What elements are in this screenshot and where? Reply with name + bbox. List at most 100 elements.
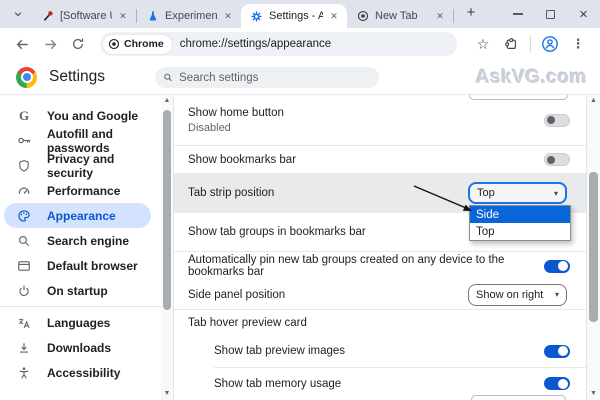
accessibility-icon (16, 365, 32, 381)
scroll-down-icon[interactable]: ▼ (587, 388, 600, 400)
settings-gear-icon (250, 10, 263, 23)
window-controls: ✕ (501, 0, 600, 28)
reload-button[interactable] (66, 32, 90, 56)
row-auto-pin-tab-groups: Automatically pin new tab groups created… (174, 252, 586, 280)
setting-label: Show bookmarks bar (188, 153, 297, 166)
minimize-button[interactable] (501, 0, 534, 28)
scrollbar-thumb[interactable] (589, 172, 598, 322)
setting-label: Side panel position (188, 288, 286, 301)
tab-strip-position-select[interactable]: Top ▾ (468, 182, 567, 204)
sidebar-item-label: Downloads (47, 340, 112, 355)
select-value: Top (477, 187, 495, 199)
row-tab-hover-preview: Tab hover preview card (174, 310, 586, 335)
profile-button[interactable] (538, 32, 562, 56)
url-text[interactable]: chrome://settings/appearance (180, 38, 332, 50)
key-icon (16, 133, 32, 149)
show-tab-memory-usage-toggle[interactable] (544, 377, 570, 390)
tab-new-tab[interactable]: New Tab ✕ (347, 4, 453, 28)
kebab-icon: ⋮ (571, 36, 585, 51)
scroll-up-icon[interactable]: ▲ (161, 95, 173, 107)
tab-close-icon[interactable]: ✕ (221, 9, 235, 23)
content-scrollbar[interactable]: ▲ ▼ (587, 95, 600, 400)
setting-label: Tab hover preview card (188, 316, 307, 329)
browser-toolbar: Chrome chrome://settings/appearance ☆ ⋮ (0, 28, 600, 60)
chrome-logo-icon (16, 66, 37, 88)
tab-settings-active[interactable]: Settings - Appea ✕ (241, 4, 347, 28)
watermark: AskVG.com (475, 67, 587, 88)
tab-software-update[interactable]: [Software Updat ✕ (32, 4, 136, 28)
sidebar-item-accessibility[interactable]: Accessibility (0, 360, 151, 385)
tab-close-icon[interactable]: ✕ (116, 9, 130, 23)
forward-button[interactable] (38, 32, 62, 56)
sidebar-item-label: Autofill and passwords (47, 126, 113, 155)
sidebar-scrollbar[interactable]: ▲ ▼ (161, 95, 173, 400)
bookmark-star-button[interactable]: ☆ (471, 32, 495, 56)
sidebar-item-performance[interactable]: Performance (0, 178, 151, 203)
maximize-button[interactable] (534, 0, 567, 28)
auto-pin-toggle[interactable] (544, 259, 570, 273)
menu-option-side[interactable]: Side (470, 206, 570, 223)
sidebar-divider (0, 306, 161, 307)
toolbar-separator (530, 36, 531, 52)
sidebar-item-privacy[interactable]: Privacy and security (0, 151, 151, 180)
sidebar-item-label: On startup (47, 283, 108, 298)
close-icon: ✕ (578, 8, 589, 21)
settings-search-input[interactable] (179, 71, 371, 84)
show-bookmarks-bar-toggle[interactable] (544, 153, 570, 166)
show-tab-preview-images-toggle[interactable] (544, 344, 570, 358)
partial-dropdown-below (471, 395, 566, 400)
sidebar-item-appearance[interactable]: Appearance (4, 203, 151, 228)
sidebar-item-languages[interactable]: Languages (0, 310, 151, 335)
new-tab-button[interactable]: + (460, 3, 482, 25)
tab-strip-position-menu: Side Top (469, 205, 571, 241)
close-window-button[interactable]: ✕ (567, 0, 600, 28)
address-bar[interactable]: Chrome chrome://settings/appearance (100, 32, 457, 56)
chrome-mono-icon (108, 38, 120, 50)
sidebar-item-search-engine[interactable]: Search engine (0, 228, 151, 253)
sidebar-item-label: Languages (47, 315, 111, 330)
tab-close-icon[interactable]: ✕ (327, 9, 341, 23)
show-home-button-toggle[interactable] (544, 113, 570, 127)
setting-label: Show home button (188, 106, 284, 119)
chevron-down-icon (14, 12, 22, 17)
side-panel-position-select[interactable]: Show on right ▾ (468, 283, 567, 306)
scrollbar-thumb[interactable] (163, 110, 171, 310)
setting-label: Show tab groups in bookmarks bar (188, 226, 366, 238)
sidebar-item-label: Search engine (47, 233, 130, 248)
software-update-icon (41, 10, 54, 23)
google-g-icon: G (18, 107, 30, 123)
sidebar-item-you-and-google[interactable]: G You and Google (0, 103, 151, 128)
back-button[interactable] (10, 32, 34, 56)
scroll-down-icon[interactable]: ▼ (161, 388, 173, 400)
settings-search-box[interactable] (155, 67, 379, 88)
tab-experiments[interactable]: Experiments ✕ (137, 4, 241, 28)
site-chip[interactable]: Chrome (103, 34, 172, 54)
extensions-button[interactable] (499, 32, 523, 56)
tab-search-button[interactable] (6, 4, 30, 24)
power-icon (16, 283, 32, 299)
row-show-tab-preview-images: Show tab preview images (174, 335, 586, 367)
settings-body: G You and Google Autofill and passwords … (0, 95, 600, 400)
sidebar-item-downloads[interactable]: Downloads (0, 335, 151, 360)
tab-title: Experiments (165, 10, 217, 22)
scroll-up-icon[interactable]: ▲ (587, 95, 600, 107)
caret-down-icon: ▾ (554, 290, 559, 299)
sidebar-item-autofill[interactable]: Autofill and passwords (0, 126, 151, 155)
sidebar-item-default-browser[interactable]: Default browser (0, 253, 151, 278)
menu-option-top[interactable]: Top (470, 223, 570, 240)
sidebar-item-label: Privacy and security (47, 151, 115, 180)
maximize-icon (546, 9, 555, 19)
settings-sidebar: G You and Google Autofill and passwords … (0, 95, 161, 400)
palette-icon (16, 208, 32, 224)
shield-icon (16, 158, 32, 174)
sidebar-item-label: You and Google (47, 108, 139, 123)
browser-menu-button[interactable]: ⋮ (566, 32, 590, 56)
select-value: Show on right (476, 288, 544, 301)
sidebar-item-on-startup[interactable]: On startup (0, 278, 151, 303)
setting-label: Show tab memory usage (214, 377, 342, 390)
forward-icon (44, 39, 56, 49)
setting-sublabel: Disabled (188, 121, 231, 134)
tab-close-icon[interactable]: ✕ (433, 9, 447, 23)
setting-label: Show tab preview images (214, 345, 346, 357)
download-icon (16, 340, 32, 356)
